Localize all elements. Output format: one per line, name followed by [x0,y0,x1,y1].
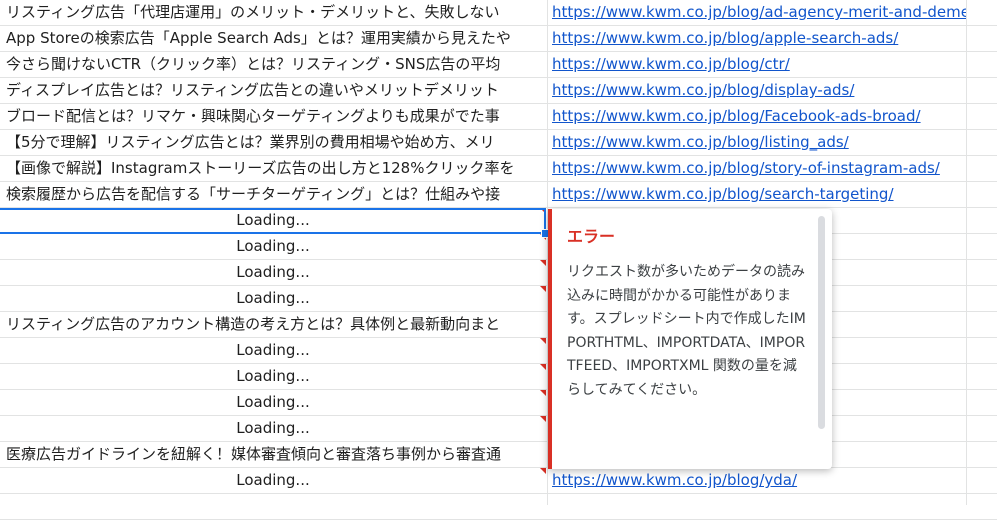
empty-cell[interactable] [967,468,997,493]
table-row: Loading...n/ [0,286,997,312]
empty-cell[interactable] [967,156,997,181]
error-tooltip-title: エラー [567,227,616,246]
table-row: Loading...nner-ads/ [0,260,997,286]
empty-cell[interactable] [967,26,997,51]
url-cell[interactable]: https://www.kwm.co.jp/blog/Facebook-ads-… [548,104,966,129]
url-cell[interactable]: https://www.kwm.co.jp/blog/yda/ [548,468,966,493]
title-cell[interactable]: Loading... [0,364,546,389]
url-cell[interactable]: https://www.kwm.co.jp/blog/ad-agency-mer… [548,0,966,25]
title-cell[interactable]: Loading... [0,234,546,259]
title-cell[interactable]: Loading... [0,260,546,285]
title-cell[interactable]: 今さら聞けないCTR（クリック率）とは？リスティング・SNS広告の平均 [0,52,546,77]
error-marker-icon [540,260,546,266]
table-row: ブロード配信とは？リマケ・興味関心ターゲティングよりも成果がでた事 https:/… [0,104,997,130]
table-row: Loading... [0,364,997,390]
table-row: ディスプレイ広告とは？リスティング広告との違いやメリットデメリット https:/… [0,78,997,104]
empty-cell[interactable] [967,130,997,155]
url-cell[interactable]: https://www.kwm.co.jp/blog/ctr/ [548,52,966,77]
title-cell[interactable]: Loading... [0,286,546,311]
title-cell[interactable]: ブロード配信とは？リマケ・興味関心ターゲティングよりも成果がでた事 [0,104,546,129]
empty-cell[interactable] [967,52,997,77]
table-row: App Storeの検索広告「Apple Search Ads」とは？運用実績か… [0,26,997,52]
empty-cell[interactable] [967,390,997,415]
error-marker-icon [540,338,546,344]
empty-cell[interactable] [967,260,997,285]
title-cell[interactable]: Loading... [0,468,546,493]
title-cell[interactable]: 【画像で解説】Instagramストーリーズ広告の出し方と128%クリック率を [0,156,546,181]
error-marker-icon [540,364,546,370]
title-cell[interactable]: Loading... [0,416,546,441]
spreadsheet-grid: リスティング広告「代理店運用」のメリット・デメリットと、失敗しない https:/… [0,0,997,520]
empty-cell[interactable] [967,442,997,467]
title-cell[interactable]: 医療広告ガイドラインを紐解く！媒体審査傾向と審査落ち事例から審査通 [0,442,546,467]
empty-cell[interactable] [967,234,997,259]
error-marker-icon [540,286,546,292]
url-cell[interactable]: https://www.kwm.co.jp/blog/search-target… [548,182,966,207]
error-tooltip-message: リクエスト数が多いためデータの読み込みに時間がかかる可能性があります。スプレッド… [567,264,806,398]
tooltip-scrollbar[interactable] [818,216,825,429]
url-cell[interactable]: https://www.kwm.co.jp/blog/display-ads/ [548,78,966,103]
empty-cell[interactable] [967,0,997,25]
error-marker-icon [540,390,546,396]
empty-cell[interactable] [967,364,997,389]
table-row: 今さら聞けないCTR（クリック率）とは？リスティング・SNS広告の平均 https… [0,52,997,78]
error-marker-icon [540,416,546,422]
selected-cell-border [0,208,546,234]
empty-cell[interactable] [967,338,997,363]
table-row: リスティング広告「代理店運用」のメリット・デメリットと、失敗しない https:/… [0,0,997,26]
table-row: Loading... https://www.kwm.co.jp/blog/yda… [0,468,997,494]
empty-cell[interactable] [967,286,997,311]
title-cell[interactable]: App Storeの検索広告「Apple Search Ads」とは？運用実績か… [0,26,546,51]
table-row: リスティング広告のアカウント構造の考え方とは？具体例と最新動向まと-accoun… [0,312,997,338]
error-marker-icon [540,468,546,474]
title-cell[interactable]: 【5分で理解】リスティング広告とは？業界別の費用相場や始め方、メリ [0,130,546,155]
title-cell[interactable]: リスティング広告のアカウント構造の考え方とは？具体例と最新動向まと [0,312,546,337]
empty-cell[interactable] [967,182,997,207]
table-row: Loading...stagram/ [0,390,997,416]
empty-cell[interactable] [967,312,997,337]
title-cell[interactable] [0,494,546,519]
empty-cell[interactable] [967,208,997,233]
url-cell[interactable]: https://www.kwm.co.jp/blog/story-of-inst… [548,156,966,181]
empty-cell[interactable] [967,78,997,103]
url-cell[interactable]: https://www.kwm.co.jp/blog/listing_ads/ [548,130,966,155]
table-row: 検索履歴から広告を配信する「サーチターゲティング」とは？仕組みや接 https:/… [0,182,997,208]
url-cell[interactable] [548,494,966,519]
table-row: Loading...eywords/ [0,338,997,364]
error-tooltip: エラー リクエスト数が多いためデータの読み込みに時間がかかる可能性があります。ス… [548,209,832,469]
table-row [0,494,997,520]
table-row: Loading...ads/ [0,416,997,442]
table-row: 【画像で解説】Instagramストーリーズ広告の出し方と128%クリック率を h… [0,156,997,182]
table-row: Loading...nsole/ [0,234,997,260]
title-cell[interactable]: Loading... [0,338,546,363]
table-row: 医療広告ガイドラインを紐解く！媒体審査傾向と審査落ち事例から審査通ds/ [0,442,997,468]
empty-cell[interactable] [967,104,997,129]
url-cell[interactable]: https://www.kwm.co.jp/blog/apple-search-… [548,26,966,51]
title-cell[interactable]: 検索履歴から広告を配信する「サーチターゲティング」とは？仕組みや接 [0,182,546,207]
title-cell[interactable]: Loading... [0,390,546,415]
empty-cell[interactable] [967,494,997,519]
title-cell[interactable]: リスティング広告「代理店運用」のメリット・デメリットと、失敗しない [0,0,546,25]
table-row: 【5分で理解】リスティング広告とは？業界別の費用相場や始め方、メリ https:/… [0,130,997,156]
title-cell[interactable]: ディスプレイ広告とは？リスティング広告との違いやメリットデメリット [0,78,546,103]
empty-cell[interactable] [967,416,997,441]
